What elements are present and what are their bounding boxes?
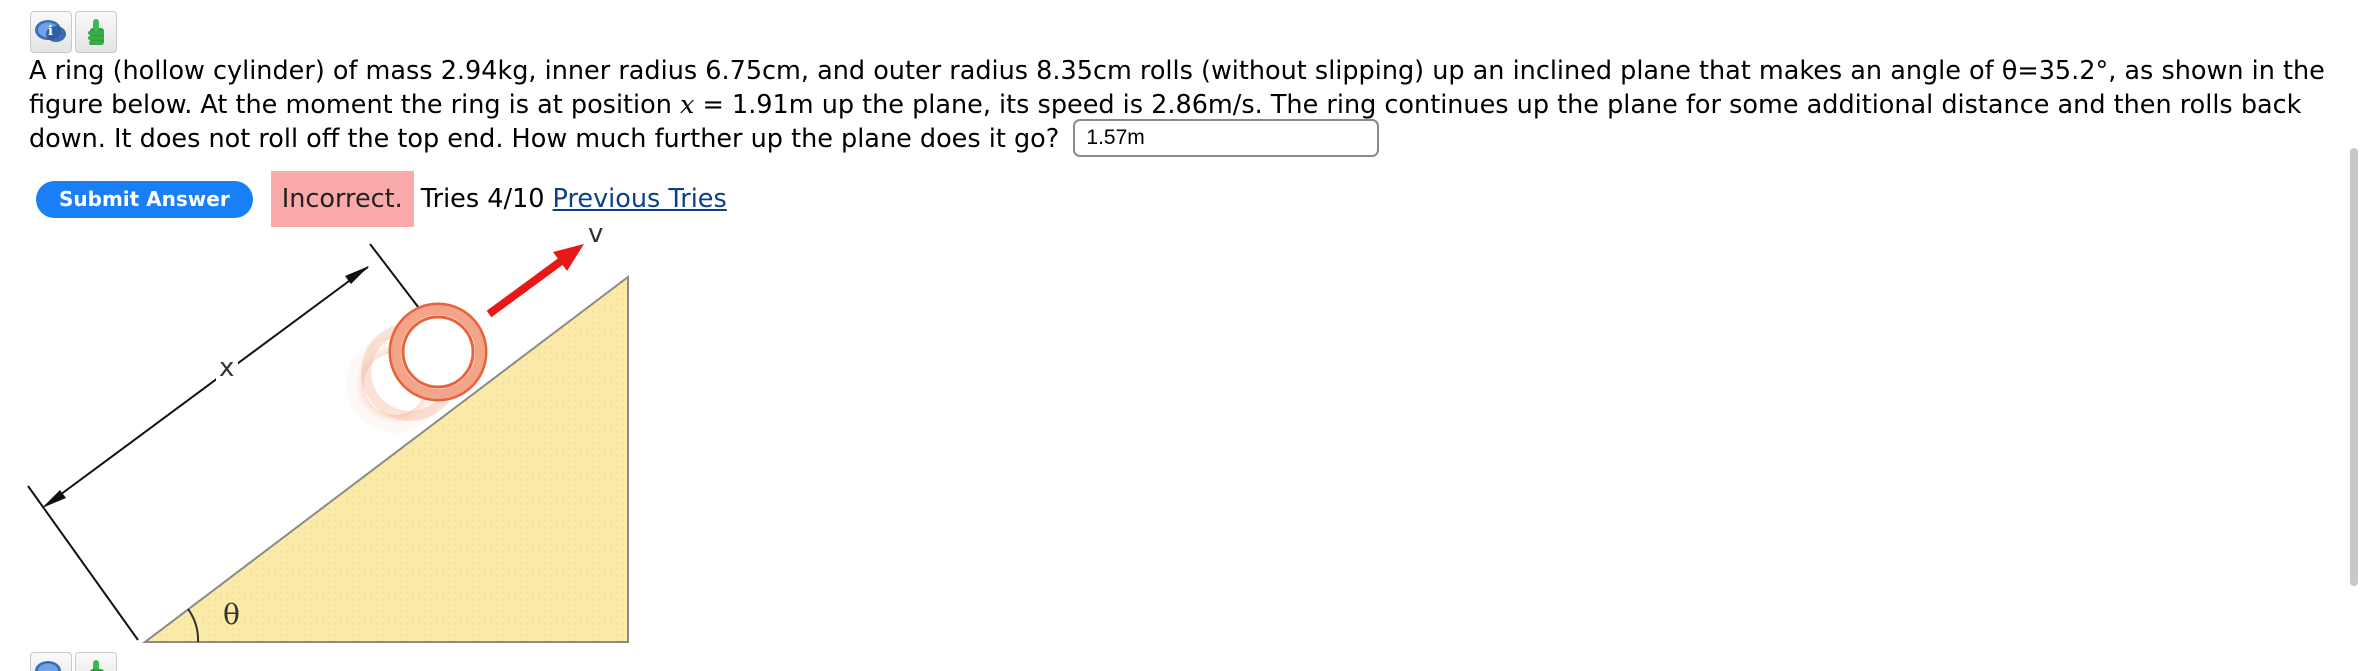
top-toolbar: i: [30, 11, 117, 53]
submit-answer-button[interactable]: Submit Answer: [36, 180, 253, 218]
discussion-icon-button[interactable]: i: [30, 11, 72, 53]
incline-figure: θ x v: [27, 224, 629, 643]
discussion-icon: [35, 661, 61, 671]
extension-line-top: [369, 243, 426, 317]
velocity-label: v: [588, 224, 603, 249]
x-dimension-line: [44, 266, 369, 507]
submit-row: Submit Answer Incorrect. Tries 4/10 Prev…: [36, 171, 727, 227]
status-badge: Incorrect.: [270, 171, 414, 227]
position-variable: x: [680, 90, 695, 120]
discussion-icon: i: [35, 20, 66, 42]
previous-tries-link[interactable]: Previous Tries: [553, 184, 727, 214]
x-label: x: [219, 353, 234, 383]
extension-line-bottom: [27, 485, 139, 641]
svg-text:i: i: [48, 24, 53, 39]
theta-label: θ: [223, 598, 240, 631]
velocity-arrow-shaft: [486, 252, 571, 318]
thumbs-up-icon: [90, 660, 104, 671]
question-text: A ring (hollow cylinder) of mass 2.94kg,…: [29, 54, 2329, 157]
thumbs-up-icon: [88, 19, 104, 45]
discussion-icon-button-bottom[interactable]: [30, 652, 72, 671]
bottom-toolbar: [30, 652, 117, 671]
page-root: i A ring (hollow cylinder) of mass 2.94k…: [0, 0, 2360, 671]
ring-inner: [401, 315, 475, 389]
thumbs-up-icon-button[interactable]: [75, 11, 117, 53]
tries-counter: Tries 4/10: [420, 184, 545, 214]
vertical-scrollbar[interactable]: [2350, 148, 2358, 586]
thumbs-up-icon-button-bottom[interactable]: [75, 652, 117, 671]
answer-input[interactable]: 1.57m: [1073, 119, 1380, 157]
